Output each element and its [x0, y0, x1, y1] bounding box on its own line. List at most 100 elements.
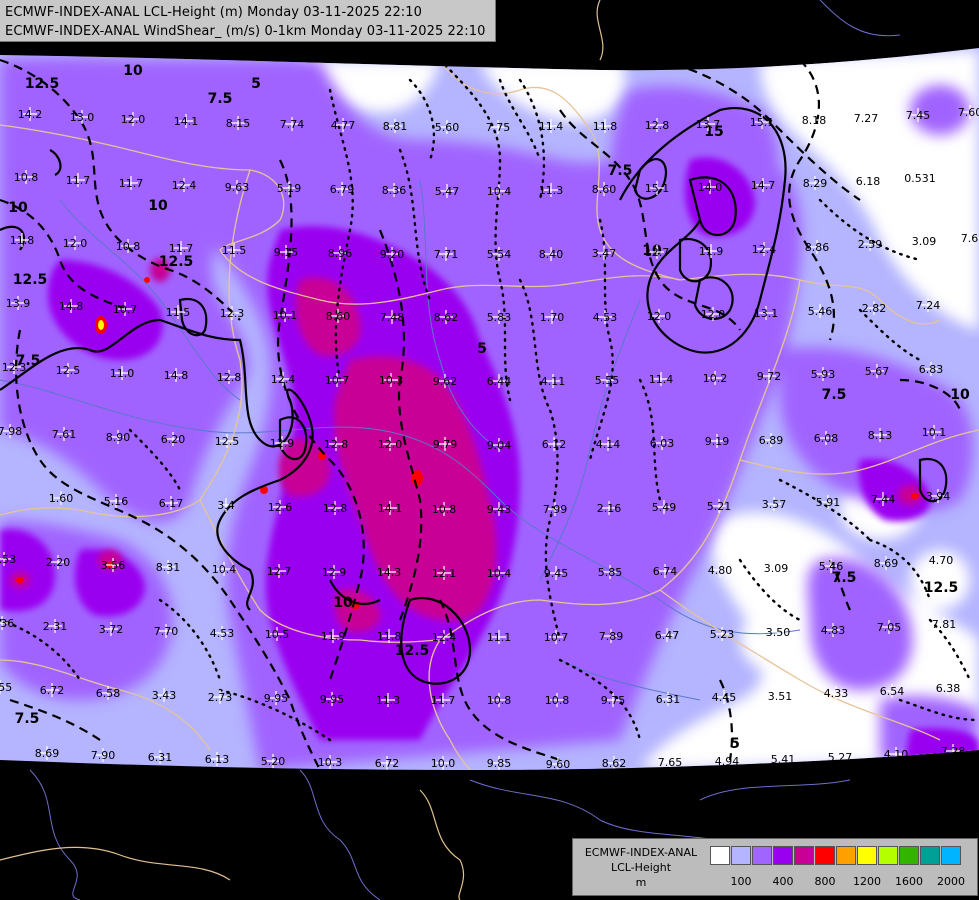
station-value: 9.43: [487, 503, 512, 516]
legend-swatch: [920, 846, 940, 865]
station: 8.40: [539, 247, 564, 261]
station-value: 4.53: [210, 627, 235, 640]
station: 6.53: [0, 552, 16, 566]
station: 5.55: [595, 373, 619, 387]
station-value: 4.77: [331, 119, 356, 132]
station-value: 10.8: [432, 503, 457, 516]
station: 12.4: [172, 178, 197, 192]
station: 8.29: [803, 176, 827, 190]
station-value: 8.81: [383, 120, 408, 133]
station: 12.8: [323, 501, 347, 515]
station-value: 9.79: [433, 438, 458, 451]
station: 5.16: [104, 494, 128, 508]
station-value: 4.83: [821, 624, 846, 637]
station-value: 7.48: [380, 311, 405, 324]
station: 7.89: [599, 629, 624, 643]
station-value: 12.4: [172, 179, 197, 192]
station: 12.9: [270, 436, 295, 450]
station: 10.8: [116, 239, 140, 253]
station: 12.4: [752, 242, 776, 256]
station: 3.09: [912, 234, 936, 248]
station: 6.31: [148, 750, 172, 764]
station: 5.46: [808, 304, 832, 318]
station-value: 7.89: [599, 630, 624, 643]
legend-swatch: [773, 846, 793, 865]
station-value: 7.71: [434, 248, 459, 261]
station: 0.531: [904, 171, 936, 185]
station-value: 6.72: [40, 684, 65, 697]
station: 5.67: [865, 364, 889, 378]
station: 10.8: [14, 170, 38, 184]
legend-swatches: [710, 846, 962, 865]
station: 3.47: [592, 246, 616, 260]
station: 6.54: [880, 684, 904, 698]
station-value: 8.18: [802, 114, 827, 127]
station: 10.8: [432, 502, 457, 516]
station-value: 14.2: [18, 108, 43, 121]
station: 11.3: [539, 183, 563, 197]
station: 14.8: [59, 299, 83, 313]
station-value: 14.8: [164, 369, 189, 382]
station: 5.55: [0, 680, 12, 694]
station-value: 12.9: [270, 437, 295, 450]
station-value: 4.80: [708, 564, 733, 577]
station-value: 12.4: [271, 373, 296, 386]
station: 7.98: [0, 424, 22, 438]
station: 15.1: [645, 181, 669, 195]
station-value: 9.15: [274, 246, 299, 259]
station: 8.18: [802, 113, 827, 127]
station-value: 9.72: [757, 370, 782, 383]
station: 1.60: [49, 491, 73, 505]
station: 9.15: [274, 245, 299, 259]
station: 3.43: [152, 688, 176, 702]
station-value: 11.0: [110, 367, 135, 380]
station-value: 7.24: [916, 299, 941, 312]
station: 5.49: [652, 500, 676, 514]
station-value: 4.53: [593, 311, 618, 324]
station-value: 12.0: [121, 113, 146, 126]
station: 6.20: [161, 432, 185, 446]
station: 10.3: [379, 373, 403, 387]
station: 2.59: [858, 237, 883, 251]
station: 9.04: [487, 438, 511, 452]
station-value: 2.59: [858, 238, 883, 251]
station-value: 2.31: [43, 620, 68, 633]
station: 12.5: [56, 363, 80, 377]
station-value: 3.50: [766, 626, 791, 639]
contour-label: 12.5: [159, 254, 194, 270]
station: 8.69: [874, 556, 898, 570]
station-value: 11.5: [222, 244, 247, 257]
station: 6.08: [814, 431, 838, 445]
station-value: 8.69: [35, 747, 60, 760]
station: 9.20: [380, 247, 404, 261]
station-value: 4.45: [712, 691, 737, 704]
station: 6.72: [375, 756, 399, 770]
station-value: 8.40: [539, 248, 564, 261]
station: 6.79: [330, 182, 355, 196]
station: 1.70: [540, 310, 564, 324]
contour-label: 12.5: [25, 76, 60, 92]
station: 7.27: [854, 111, 878, 125]
station: 10.4: [487, 566, 511, 580]
station-value: 12.3: [2, 361, 27, 374]
station-value: 6.17: [159, 497, 184, 510]
station-value: 7.90: [91, 749, 116, 762]
station: 12.8: [217, 370, 241, 384]
station-value: 10.3: [318, 756, 343, 769]
station-value: 6.79: [330, 183, 355, 196]
station-value: 6.83: [919, 363, 944, 376]
station: 9.85: [487, 756, 511, 770]
station-value: 9.62: [433, 375, 458, 388]
station-value: 5.54: [487, 248, 512, 261]
station-value: 6.89: [759, 434, 784, 447]
station: 14.1: [174, 114, 198, 128]
station: 11.5: [166, 305, 190, 319]
station: 5.83: [487, 310, 511, 324]
station-value: 6.03: [650, 437, 675, 450]
contour-label: 10: [8, 200, 28, 216]
station-value: 6.18: [856, 175, 881, 188]
station: 12.0: [63, 236, 87, 250]
station: 3.57: [762, 497, 786, 511]
station: 13.1: [754, 306, 778, 320]
station: 11.4: [539, 119, 563, 133]
